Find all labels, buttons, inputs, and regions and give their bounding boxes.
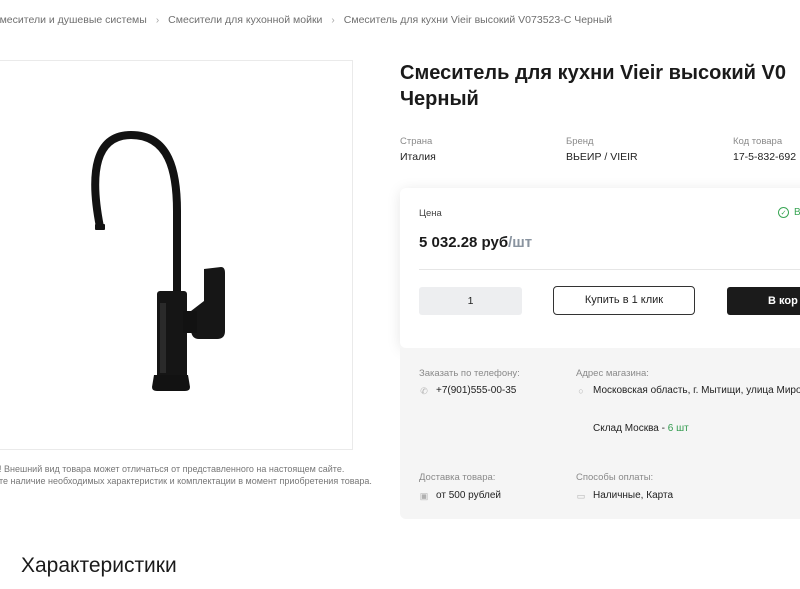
payment-label: Способы оплаты:: [576, 472, 654, 483]
payment-value: Наличные, Карта: [593, 490, 673, 501]
breadcrumb-item-kitchen-mixers[interactable]: Смесители для кухонной мойки: [168, 14, 322, 26]
title-line-2: Черный: [400, 88, 479, 110]
stock-separator: -: [658, 423, 668, 434]
phone-icon: ✆: [420, 385, 428, 396]
price-value: 5 032.28 руб/шт: [419, 234, 532, 251]
sku-value: 17-5-832-692: [733, 151, 797, 163]
address-value: Московская область, г. Мытищи, улица Мир…: [593, 385, 800, 396]
disclaimer-line-1: е! Внешний вид товара может отличаться о…: [0, 464, 345, 474]
availability-badge: ✓ В: [778, 207, 800, 218]
breadcrumb-item-mixers-showers[interactable]: Смесители и душевые системы: [0, 14, 147, 26]
country-label: Страна: [400, 136, 433, 147]
buy-one-click-button[interactable]: Купить в 1 клик: [553, 286, 695, 315]
phone-row: ✆ +7(901)555-00-35: [419, 385, 516, 396]
truck-icon: ▣: [419, 490, 429, 501]
delivery-value: от 500 рублей: [436, 490, 501, 501]
check-circle-icon: ✓: [778, 207, 789, 218]
breadcrumb: Смесители и душевые системы › Смесители …: [0, 14, 612, 26]
stock-count: 6 шт: [667, 423, 689, 434]
disclaimer-line-2: йте наличие необходимых характеристик и …: [0, 476, 372, 486]
brand-value[interactable]: ВЬЕИР / VIEIR: [566, 151, 638, 163]
faucet-image: [91, 130, 225, 391]
brand-label: Бренд: [566, 136, 594, 147]
chevron-right-icon: ›: [155, 14, 160, 26]
phone-label: Заказать по телефону:: [419, 368, 520, 379]
phone-number[interactable]: +7(901)555-00-35: [436, 385, 516, 396]
price-card: Цена ✓ В 5 032.28 руб/шт 1 Купить в 1 кл…: [400, 188, 800, 348]
chevron-right-icon: ›: [331, 14, 335, 26]
divider: [419, 269, 800, 270]
price-amount: 5 032.28 руб: [419, 234, 509, 251]
location-pin-icon: ○: [578, 385, 584, 396]
characteristics-heading: Характеристики: [21, 554, 177, 577]
country-value: Италия: [400, 151, 436, 163]
card-icon: ▭: [576, 490, 586, 501]
delivery-row: ▣ от 500 рублей: [419, 490, 501, 501]
store-info-panel: Заказать по телефону: ✆ +7(901)555-00-35…: [400, 348, 800, 519]
quantity-input[interactable]: 1: [419, 287, 522, 315]
delivery-label: Доставка товара:: [419, 472, 496, 483]
payment-row: ▭ Наличные, Карта: [576, 490, 673, 501]
availability-text: В: [794, 207, 800, 218]
add-to-cart-button[interactable]: В кор: [727, 287, 800, 315]
stock-name: Склад Москва: [593, 423, 659, 434]
sku-label: Код товара: [733, 136, 783, 147]
stock-row: Склад Москва - 6 шт: [593, 423, 689, 434]
price-label: Цена: [419, 208, 442, 219]
price-unit: /шт: [508, 234, 533, 251]
product-image[interactable]: [0, 60, 353, 450]
breadcrumb-item-current: Смеситель для кухни Vieir высокий V07352…: [343, 14, 613, 26]
page-title: Смеситель для кухни Vieir высокий V0 Чер…: [400, 60, 786, 112]
title-line-1: Смеситель для кухни Vieir высокий V0: [400, 62, 786, 84]
address-row: ○ Московская область, г. Мытищи, улица М…: [576, 385, 800, 396]
address-label: Адрес магазина:: [576, 368, 649, 379]
